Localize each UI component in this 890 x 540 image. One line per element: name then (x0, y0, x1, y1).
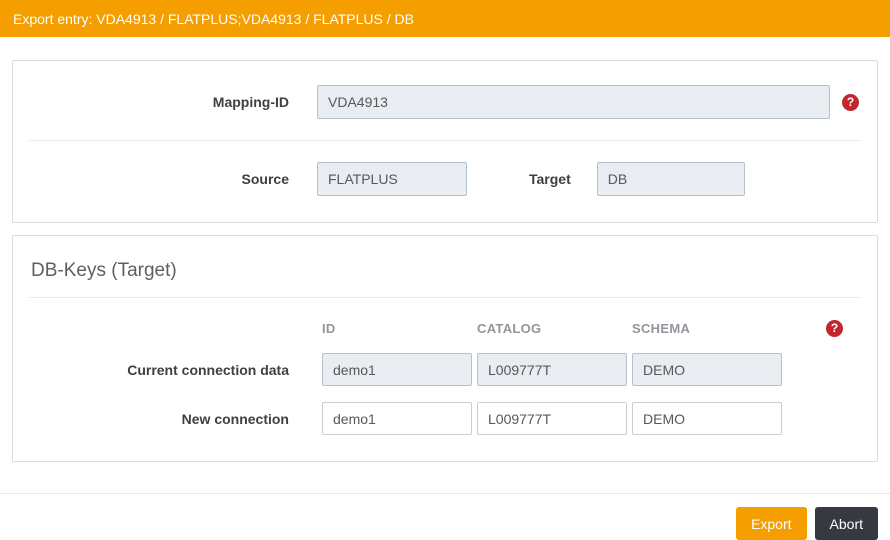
column-header-schema: SCHEMA (632, 321, 691, 336)
new-connection-catalog-field[interactable] (477, 402, 627, 435)
current-connection-id-field (322, 353, 472, 386)
new-connection-schema-field[interactable] (632, 402, 782, 435)
mapping-panel: Mapping-ID ? Source Target (12, 60, 878, 223)
page-title: Export entry: VDA4913 / FLATPLUS;VDA4913… (13, 10, 414, 27)
new-connection-label: New connection (181, 410, 289, 427)
source-field (317, 162, 467, 196)
source-target-row: Source Target (29, 162, 861, 196)
column-header-id: ID (322, 321, 336, 336)
target-label: Target (529, 171, 571, 187)
help-icon[interactable]: ? (842, 93, 859, 111)
title-divider (29, 297, 861, 298)
mapping-id-row: Mapping-ID ? (29, 85, 861, 119)
column-header-catalog: CATALOG (477, 321, 542, 336)
db-keys-panel: DB-Keys (Target) ID CATALOG SCHEMA ? Cur… (12, 235, 878, 462)
window-title-bar: Export entry: VDA4913 / FLATPLUS;VDA4913… (0, 0, 890, 37)
abort-button[interactable]: Abort (814, 507, 878, 540)
source-label: Source (241, 171, 289, 187)
new-connection-id-field[interactable] (322, 402, 472, 435)
mapping-id-label: Mapping-ID (212, 94, 289, 110)
db-keys-grid: ID CATALOG SCHEMA ? Current connection d… (29, 320, 861, 435)
export-button[interactable]: Export (736, 507, 807, 540)
db-keys-title: DB-Keys (Target) (31, 260, 177, 281)
current-connection-schema-field (632, 353, 782, 386)
footer-action-bar: Export Abort (0, 493, 890, 540)
current-connection-label: Current connection data (127, 361, 289, 378)
mapping-id-field (317, 85, 830, 119)
current-connection-catalog-field (477, 353, 627, 386)
help-icon[interactable]: ? (826, 320, 843, 337)
target-field (596, 162, 745, 196)
panel-divider (29, 140, 861, 141)
